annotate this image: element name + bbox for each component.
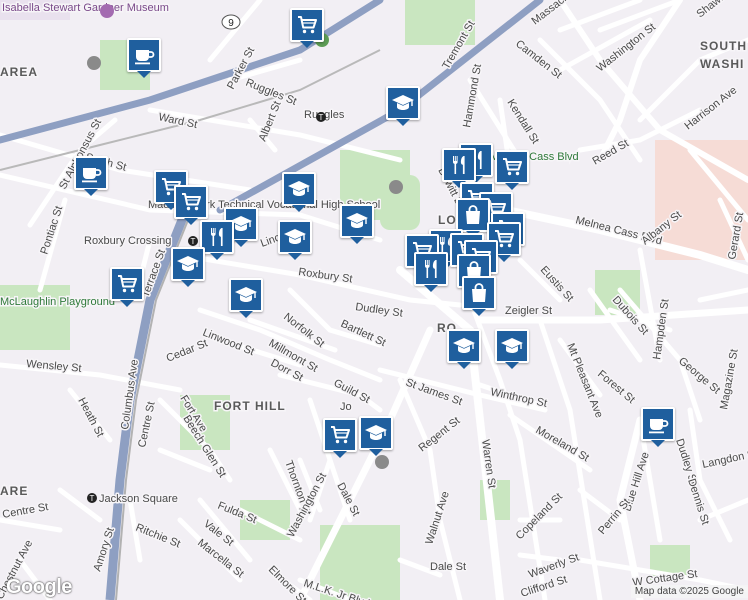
svg-text:9: 9 <box>228 18 234 29</box>
svg-text:Forest St: Forest St <box>595 368 637 406</box>
poi-marker-cafe[interactable] <box>74 156 108 196</box>
svg-text:Zeigler St: Zeigler St <box>505 305 552 317</box>
poi-marker-grocery[interactable] <box>290 8 324 48</box>
shopping-cart-icon <box>115 272 139 296</box>
label-gardner-museum: Isabella Stewart Gardner Museum <box>2 2 169 14</box>
poi-marker-school[interactable] <box>495 329 529 369</box>
graduation-cap-icon <box>452 334 476 358</box>
svg-text:Ritchie St: Ritchie St <box>134 522 182 551</box>
svg-text:Wensley St: Wensley St <box>26 358 82 375</box>
label-jackson-square: Jackson Square <box>99 493 178 505</box>
shopping-bag-icon <box>467 281 491 305</box>
svg-text:T: T <box>90 494 95 503</box>
poi-marker-restaurant[interactable] <box>442 148 476 188</box>
poi-marker-grocery[interactable] <box>495 150 529 190</box>
label-lo: LO <box>438 213 457 227</box>
graduation-cap-icon <box>283 225 307 249</box>
graduation-cap-icon <box>176 252 200 276</box>
poi-marker-school[interactable] <box>278 220 312 260</box>
graduation-cap-icon <box>287 177 311 201</box>
poi-marker-grocery[interactable] <box>174 185 208 225</box>
park-mclaughlin <box>0 285 70 350</box>
coffee-cup-icon <box>79 161 103 185</box>
coffee-cup-icon <box>132 43 156 67</box>
svg-text:Moreland St: Moreland St <box>534 424 591 464</box>
graduation-cap-icon <box>345 209 369 233</box>
label-fort-hill: FORT HILL <box>214 399 286 413</box>
poi-marker-school[interactable] <box>359 416 393 456</box>
label-mclaughlin: McLaughlin Playground <box>0 296 115 308</box>
shopping-bag-icon <box>461 203 485 227</box>
poi-marker-school[interactable] <box>447 329 481 369</box>
svg-text:Copeland St: Copeland St <box>514 491 565 542</box>
map-attribution[interactable]: Map data ©2025 Google <box>630 585 748 598</box>
label-south: SOUTH <box>700 39 747 53</box>
svg-text:Albert St: Albert St <box>257 100 284 144</box>
poi-marker-cafe[interactable] <box>641 407 675 447</box>
route-shield-9: 9 <box>221 14 241 30</box>
poi-marker-shopping[interactable] <box>456 198 490 238</box>
svg-text:Walnut Ave: Walnut Ave <box>423 490 451 546</box>
shopping-cart-icon <box>179 190 203 214</box>
poi-marker-grocery[interactable] <box>110 267 144 307</box>
svg-text:Magazine St: Magazine St <box>718 348 740 410</box>
poi-marker-school[interactable] <box>229 278 263 318</box>
svg-text:Dennis St: Dennis St <box>685 477 711 526</box>
svg-text:Langdon St: Langdon St <box>701 447 748 470</box>
poi-marker-grocery[interactable] <box>323 418 357 458</box>
svg-text:Cedar St: Cedar St <box>165 337 210 364</box>
svg-text:Shawm: Shawm <box>694 0 730 20</box>
poi-marker-school[interactable] <box>340 204 374 244</box>
label-roxbury-crossing: Roxbury Crossing <box>84 235 171 247</box>
svg-text:Pontiac St: Pontiac St <box>38 205 65 256</box>
shopping-cart-icon <box>500 155 524 179</box>
shopping-cart-icon <box>295 13 319 37</box>
graduation-cap-icon <box>364 421 388 445</box>
graduation-cap-icon <box>500 334 524 358</box>
graduation-cap-icon <box>234 283 258 307</box>
shopping-cart-icon <box>328 423 352 447</box>
svg-text:Dale St: Dale St <box>430 561 466 573</box>
svg-text:Harrison Ave: Harrison Ave <box>682 84 739 132</box>
google-logo: Google <box>6 576 72 598</box>
svg-text:Dudley St: Dudley St <box>355 301 404 320</box>
graduation-cap-icon <box>391 91 415 115</box>
poi-marker-restaurant[interactable] <box>414 252 448 292</box>
poi-marker-school[interactable] <box>171 247 205 287</box>
place-pin-icon <box>375 455 389 469</box>
svg-text:Centre St: Centre St <box>136 401 157 449</box>
train-icon: T <box>188 236 198 246</box>
poi-marker-school[interactable] <box>386 86 420 126</box>
poi-marker-restaurant[interactable] <box>200 220 234 260</box>
poi-marker-shopping[interactable] <box>462 276 496 316</box>
fork-knife-icon <box>205 225 229 249</box>
train-icon: T <box>316 112 326 122</box>
train-icon: T <box>87 493 97 503</box>
museum-icon <box>100 4 114 18</box>
svg-text:Centre St: Centre St <box>1 501 49 521</box>
svg-text:Heath St: Heath St <box>75 396 106 439</box>
poi-marker-school[interactable] <box>282 172 316 212</box>
poi-marker-cafe[interactable] <box>127 38 161 78</box>
svg-text:Kendall St: Kendall St <box>504 97 541 146</box>
label-are: ARE <box>0 484 28 498</box>
fork-knife-icon <box>419 257 443 281</box>
label-area: AREA <box>0 65 38 79</box>
svg-text:Jo: Jo <box>340 401 352 413</box>
coffee-cup-icon <box>646 412 670 436</box>
svg-text:Linwood St: Linwood St <box>201 327 256 359</box>
svg-text:T: T <box>319 113 324 122</box>
school-pin-icon <box>87 56 101 70</box>
fork-knife-icon <box>447 153 471 177</box>
svg-text:T: T <box>191 237 196 246</box>
stadium-pin-icon <box>389 180 403 194</box>
label-washi: WASHI <box>700 57 744 71</box>
